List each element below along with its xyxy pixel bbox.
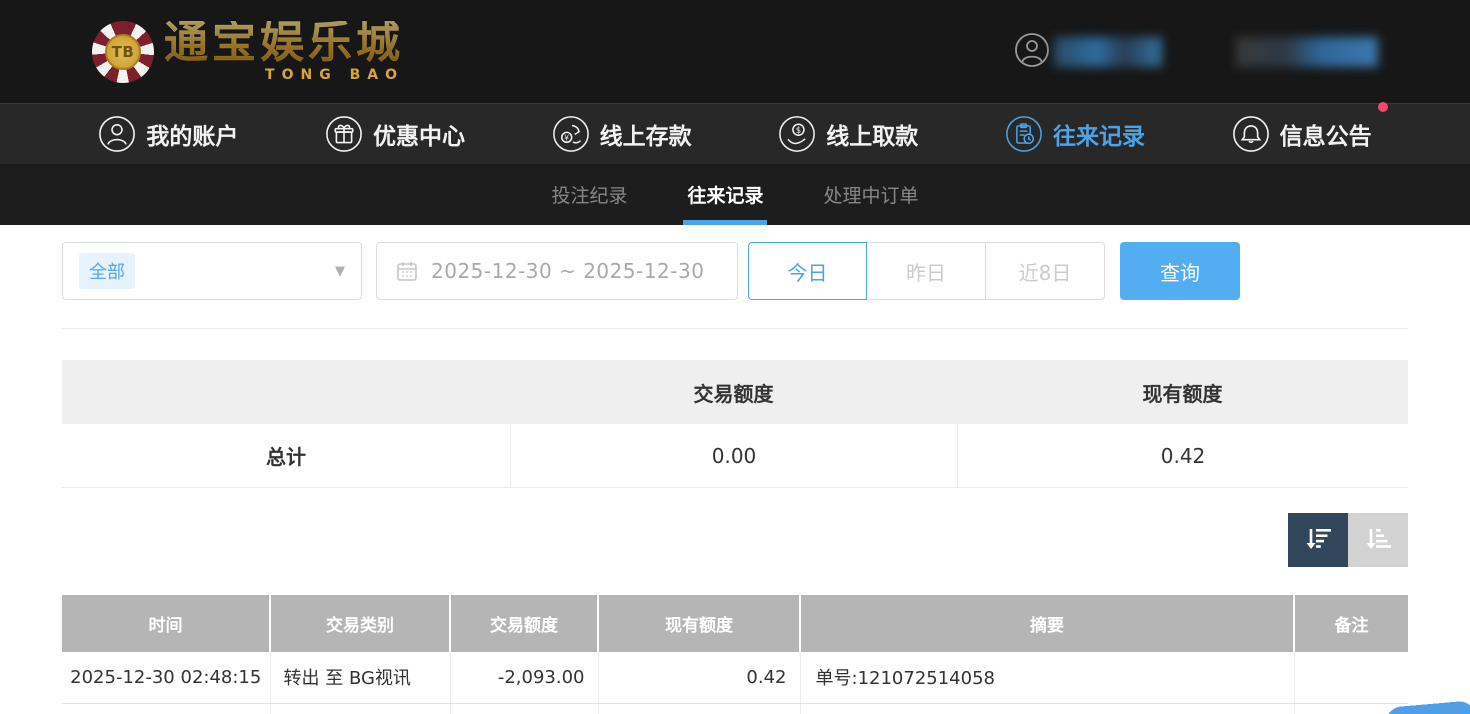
sort-ascending-button[interactable]: [1348, 513, 1408, 567]
yesterday-button[interactable]: 昨日: [867, 242, 986, 300]
user-icon: [98, 115, 136, 153]
user-account-block[interactable]: [1014, 32, 1162, 72]
nav-item-withdraw[interactable]: $ 线上取款: [778, 115, 918, 153]
record-type: 转出 至 BG视讯: [270, 652, 450, 703]
records-table: 时间 交易类别 交易额度 现有额度 摘要 备注 2025-12-30 02:48…: [62, 595, 1408, 714]
brand-logo[interactable]: TB 通宝娱乐城 TONG BAO: [92, 21, 404, 83]
withdraw-icon: $: [778, 115, 816, 153]
nav-item-announcements[interactable]: 信息公告: [1232, 115, 1372, 153]
record-note: [1294, 652, 1408, 703]
date-range-value: 2025-12-30 ~ 2025-12-30: [431, 259, 704, 283]
col-header-transaction-type: 交易类别: [270, 595, 450, 652]
chevron-down-icon: ▼: [335, 264, 345, 279]
date-range-input[interactable]: 2025-12-30 ~ 2025-12-30: [376, 242, 738, 300]
record-amount: -2,093.00: [450, 652, 598, 703]
sort-ascending-icon: [1363, 524, 1393, 557]
record-balance: 0.42: [598, 652, 800, 703]
bell-icon: [1232, 115, 1270, 153]
sort-controls: [62, 513, 1408, 567]
user-area: [1014, 32, 1378, 72]
summary-transaction-amount-value: 0.00: [510, 424, 957, 487]
table-row: 2025-12-30 02:48:15 转出 至 BG视讯 -2,093.00 …: [62, 652, 1408, 703]
tab-processing-orders[interactable]: 处理中订单: [820, 164, 923, 225]
col-header-current-amount: 现有额度: [598, 595, 800, 652]
records-header-row: 时间 交易类别 交易额度 现有额度 摘要 备注: [62, 595, 1408, 652]
record-summary: 单号:121072514058: [800, 652, 1294, 703]
nav-item-my-account[interactable]: 我的账户: [98, 115, 238, 153]
user-avatar-icon: [1014, 32, 1050, 72]
summary-table: 交易额度 现有额度 总计 0.00 0.42: [62, 360, 1408, 488]
records-icon: [1005, 115, 1043, 153]
col-header-transaction-amount: 交易额度: [450, 595, 598, 652]
summary-header-transaction-amount: 交易额度: [510, 360, 957, 424]
quick-date-group: 今日 昨日 近8日: [748, 242, 1105, 300]
query-button[interactable]: 查询: [1120, 242, 1240, 300]
summary-total-label: 总计: [62, 424, 510, 487]
svg-text:$: $: [796, 126, 801, 136]
category-selected-tag: 全部: [79, 253, 135, 289]
tab-betting-records[interactable]: 投注纪录: [547, 164, 631, 225]
summary-header-current-amount: 现有额度: [957, 360, 1408, 424]
top-header: TB 通宝娱乐城 TONG BAO: [0, 0, 1470, 103]
nav-item-transaction-records[interactable]: 往来记录: [1005, 115, 1145, 153]
tab-transaction-records[interactable]: 往来记录: [683, 164, 767, 225]
summary-current-amount-value: 0.42: [957, 424, 1408, 487]
record-time: 2025-12-30 02:48:15: [62, 652, 270, 703]
col-header-note: 备注: [1294, 595, 1408, 652]
brand-name-en: TONG BAO: [265, 68, 404, 82]
main-nav: 我的账户 优惠中心 ¥ 线上存款: [0, 103, 1470, 164]
last-8-days-button[interactable]: 近8日: [986, 242, 1105, 300]
notification-dot: [1378, 102, 1388, 112]
chip-tb-label: TB: [105, 34, 141, 70]
svg-text:¥: ¥: [564, 133, 569, 142]
sub-tab-bar: 投注纪录 往来记录 处理中订单: [0, 164, 1470, 225]
summary-total-row: 总计 0.00 0.42: [62, 424, 1408, 488]
summary-header-row: 交易额度 现有额度: [62, 360, 1408, 424]
brand-name-cn: 通宝娱乐城: [164, 21, 404, 65]
category-select[interactable]: 全部 ▼: [62, 242, 362, 300]
redacted-balance: [1236, 37, 1378, 67]
table-row-partial: [62, 703, 1408, 714]
nav-item-promotions[interactable]: 优惠中心: [325, 115, 465, 153]
col-header-summary: 摘要: [800, 595, 1294, 652]
sort-descending-button[interactable]: [1288, 513, 1348, 567]
redacted-username: [1054, 37, 1162, 67]
today-button[interactable]: 今日: [748, 242, 867, 300]
nav-item-deposit[interactable]: ¥ 线上存款: [552, 115, 692, 153]
deposit-icon: ¥: [552, 115, 590, 153]
section-divider: [62, 328, 1408, 329]
sort-descending-icon: [1303, 524, 1333, 557]
gift-icon: [325, 115, 363, 153]
calendar-icon: [395, 259, 419, 283]
main-content: 全部 ▼ 2025-12-30 ~ 2025-12-30 今日 昨日 近8日 查…: [0, 242, 1470, 714]
col-header-time: 时间: [62, 595, 270, 652]
poker-chip-logo-icon: TB: [92, 21, 154, 83]
summary-header-empty: [62, 360, 510, 424]
user-balance-block[interactable]: [1236, 37, 1378, 67]
filter-row: 全部 ▼ 2025-12-30 ~ 2025-12-30 今日 昨日 近8日 查…: [62, 242, 1408, 300]
